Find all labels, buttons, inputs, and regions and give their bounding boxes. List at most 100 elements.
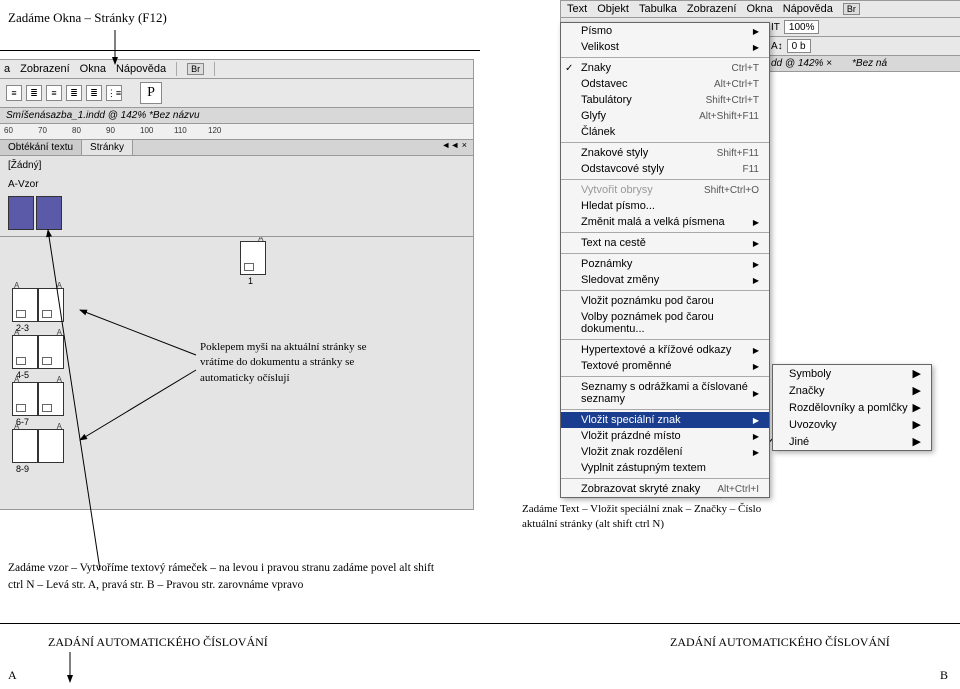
menu-okna[interactable]: Okna [746, 3, 772, 15]
menubar-right: Text Objekt Tabulka Zobrazení Okna Nápov… [560, 0, 960, 18]
submenu-item[interactable]: Jiné▶ [773, 433, 931, 450]
menu-item[interactable]: ✓ZnakyCtrl+T [561, 60, 769, 76]
submenu-item[interactable]: Značky▶ [773, 382, 931, 399]
callout-pages: Poklepem myši na aktuální stránky se vrá… [200, 340, 390, 386]
menu-zobrazeni[interactable]: Zobrazení [20, 63, 70, 75]
menu-separator [561, 478, 769, 479]
menu-item[interactable]: Seznamy s odrážkami a číslované seznamy▶ [561, 379, 769, 407]
menu-item[interactable]: Poznámky▶ [561, 256, 769, 272]
page-set[interactable]: A A 6-7 [12, 382, 473, 427]
panel-collapse-icon[interactable]: ◄◄ × [435, 140, 473, 155]
instruction-text: Zadáme vzor – Vytvoříme textový rámeček … [8, 560, 448, 593]
footer-left: ZADÁNÍ AUTOMATICKÉHO ČÍSLOVÁNÍ [48, 635, 268, 650]
ruler: 60 70 80 90 100 110 120 [0, 124, 474, 140]
justify-icon[interactable]: ≣ [66, 85, 82, 101]
menubar-left: a Zobrazení Okna Nápověda Br [0, 59, 474, 79]
page-num: 8-9 [16, 464, 473, 474]
master-thumb-left[interactable] [8, 196, 34, 230]
menu-item[interactable]: Znakové stylyShift+F11 [561, 145, 769, 161]
ruler-tick: 70 [38, 126, 47, 135]
menu-okna[interactable]: Okna [80, 63, 106, 75]
pilcrow-icon[interactable]: P [140, 82, 162, 104]
page-label-a: A [8, 668, 17, 683]
menu-item[interactable]: Zobrazovat skryté znakyAlt+Ctrl+I [561, 481, 769, 497]
menu-item[interactable]: TabulátoryShift+Ctrl+T [561, 92, 769, 108]
ruler-tick: 80 [72, 126, 81, 135]
br-button[interactable]: Br [187, 63, 204, 75]
menu-tabulka[interactable]: Tabulka [639, 3, 677, 15]
menu-item[interactable]: Vložit prázdné místo▶ [561, 428, 769, 444]
menu-item[interactable]: Hledat písmo... [561, 198, 769, 214]
tab-pages[interactable]: Stránky [82, 140, 133, 155]
menu-napoveda[interactable]: Nápověda [116, 63, 166, 75]
align-center-icon[interactable]: ≣ [26, 85, 42, 101]
menu-objekt[interactable]: Objekt [597, 3, 629, 15]
callout-special-char: Zadáme Text – Vložit speciální znak – Zn… [522, 502, 782, 533]
master-none[interactable]: [Žádný] [0, 156, 473, 175]
menu-separator [561, 290, 769, 291]
menu-zobrazeni[interactable]: Zobrazení [687, 3, 737, 15]
ruler-tick: 90 [106, 126, 115, 135]
pages-panel: Obtékání textu Stránky ◄◄ × [Žádný] A-Vz… [0, 140, 474, 510]
menu-item[interactable]: Písmo▶ [561, 23, 769, 39]
master-thumb-right[interactable] [36, 196, 62, 230]
menu-item[interactable]: Textové proměnné▶ [561, 358, 769, 374]
align-right-icon[interactable]: ≡ [46, 85, 62, 101]
divider [0, 623, 960, 624]
separator [214, 62, 215, 76]
menu-a[interactable]: a [4, 63, 10, 75]
menu-separator [561, 179, 769, 180]
insert-special-submenu: Symboly▶Značky▶Rozdělovníky a pomlčky▶Uv… [772, 364, 932, 451]
footer-right: ZADÁNÍ AUTOMATICKÉHO ČÍSLOVÁNÍ [670, 635, 890, 650]
align-left-icon[interactable]: ≡ [6, 85, 22, 101]
menu-separator [561, 253, 769, 254]
menu-item[interactable]: OdstavecAlt+Ctrl+T [561, 76, 769, 92]
menu-item[interactable]: Text na cestě▶ [561, 235, 769, 251]
menu-separator [561, 232, 769, 233]
menu-separator [561, 142, 769, 143]
list-icon[interactable]: ⋮≡ [106, 85, 122, 101]
menu-item[interactable]: Hypertextové a křížové odkazy▶ [561, 342, 769, 358]
ruler-tick: 60 [4, 126, 13, 135]
submenu-item[interactable]: Rozdělovníky a pomlčky▶ [773, 399, 931, 416]
menu-separator [561, 376, 769, 377]
ruler-tick: 100 [140, 126, 153, 135]
justify2-icon[interactable]: ≣ [86, 85, 102, 101]
ruler-tick: 110 [174, 126, 187, 135]
char-scale-icon: IT [771, 22, 780, 33]
menu-text[interactable]: Text [567, 3, 587, 15]
page-num: 2-3 [16, 323, 473, 333]
menu-item[interactable]: Sledovat změny▶ [561, 272, 769, 288]
ruler-tick: 120 [208, 126, 221, 135]
br-button[interactable]: Br [843, 3, 860, 15]
master-a[interactable]: A-Vzor [0, 175, 473, 194]
menu-separator [561, 339, 769, 340]
baseline-field[interactable]: 0 b [787, 39, 811, 53]
submenu-item[interactable]: Uvozovky▶ [773, 416, 931, 433]
menu-napoveda[interactable]: Nápověda [783, 3, 833, 15]
menu-item[interactable]: Vložit znak rozdělení▶ [561, 444, 769, 460]
text-menu-dropdown: Písmo▶Velikost▶ ✓ZnakyCtrl+TOdstavecAlt+C… [560, 22, 770, 498]
menu-separator [561, 409, 769, 410]
tab-text-wrap[interactable]: Obtékání textu [0, 140, 82, 155]
menu-item[interactable]: Článek [561, 124, 769, 140]
separator [176, 62, 177, 76]
menu-item[interactable]: Velikost▶ [561, 39, 769, 55]
menu-item[interactable]: GlyfyAlt+Shift+F11 [561, 108, 769, 124]
page-set[interactable]: A 1 [12, 241, 473, 286]
menu-item[interactable]: Vložit speciální znak▶ [561, 412, 769, 428]
menu-item: Vytvořit obrysyShift+Ctrl+O [561, 182, 769, 198]
menu-item[interactable]: Změnit malá a velká písmena▶ [561, 214, 769, 230]
baseline-icon: A↕ [771, 41, 783, 52]
menu-item[interactable]: Odstavcové stylyF11 [561, 161, 769, 177]
page-set[interactable]: A A 2-3 [12, 288, 473, 333]
document-tab[interactable]: Smíšenásazba_1.indd @ 142% *Bez názvu [0, 108, 474, 124]
scale-field[interactable]: 100% [784, 20, 820, 34]
menu-item[interactable]: Volby poznámek pod čarou dokumentu... [561, 309, 769, 337]
page-set[interactable]: A A 8-9 [12, 429, 473, 474]
menu-item[interactable]: Vyplnit zástupným textem [561, 460, 769, 476]
menu-item[interactable]: Vložit poznámku pod čarou [561, 293, 769, 309]
submenu-item[interactable]: Symboly▶ [773, 365, 931, 382]
menu-separator [561, 57, 769, 58]
page-label-b: B [940, 668, 948, 683]
